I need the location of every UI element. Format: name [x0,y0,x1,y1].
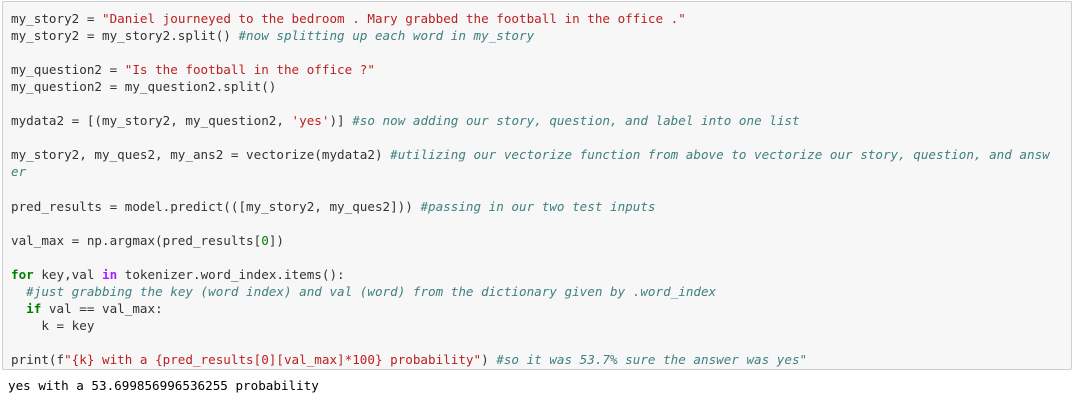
code-line: if val == val_max: [11,300,163,317]
code-text: my_story2, my_ques2, my_ans2 = vectorize… [11,147,391,163]
code-text: ) [481,352,497,367]
code-text: my_question2 = [11,62,125,78]
code-text: ]) [268,232,284,248]
code-text: val_max = np.argmax(pred_results[ [11,232,262,248]
code-line: my_question2 = my_question2.split() [11,78,276,95]
string-literal: 'yes' [291,113,330,129]
code-text: )] [329,113,353,129]
code-comment: #so now adding our story, question, and … [352,113,800,129]
code-comment: #so it was 53.7% sure the answer was yes… [496,352,808,367]
string-literal: "Daniel journeyed to the bedroom . Mary … [102,11,686,26]
code-text: k = key [11,317,95,333]
string-literal: "Is the football in the office ?" [124,62,375,78]
cell-output: yes with a 53.699856996536255 probabilit… [8,378,319,393]
code-comment: #utilizing our vectorize function from a… [390,147,1050,163]
code-text: key,val [33,266,102,282]
code-line: for key,val in tokenizer.word_index.item… [11,266,345,283]
code-text: val == val_max: [41,300,163,316]
keyword: for [11,266,34,282]
code-editor[interactable]: my_story2 = "Daniel journeyed to the bed… [11,2,1067,369]
code-text: print(f [11,352,65,367]
code-line: pred_results = model.predict(([my_story2… [11,198,655,215]
operator-keyword: in [102,266,118,282]
code-text: tokenizer.word_index.items(): [117,266,345,282]
code-line: my_story2 = "Daniel journeyed to the bed… [11,10,686,27]
code-line: my_story2 = my_story2.split() #now split… [11,27,534,44]
string-literal: "{k} with a {pred_results[0][val_max]*10… [64,352,482,367]
code-text: mydata2 = [(my_story2, my_question2, [11,113,292,129]
code-line: my_question2 = "Is the football in the o… [11,61,375,78]
code-line: print(f"{k} with a {pred_results[0][val_… [11,351,807,368]
code-comment: #just grabbing the key (word index) and … [26,283,717,299]
code-comment: #now splitting up each word in my_story [238,28,535,44]
number-literal: 0 [261,232,269,248]
code-line: #just grabbing the key (word index) and … [11,283,716,300]
code-text: my_story2 = [11,11,102,26]
code-text: my_question2 = my_question2.split() [11,79,277,95]
keyword: if [26,300,42,316]
code-line: mydata2 = [(my_story2, my_question2, 'ye… [11,112,800,129]
code-line: k = key [11,317,94,334]
code-text: my_story2 = my_story2.split() [11,28,239,44]
code-comment: er [11,164,27,180]
code-line: val_max = np.argmax(pred_results[0]) [11,232,284,249]
code-text: pred_results = model.predict(([my_story2… [11,198,421,214]
code-comment: #passing in our two test inputs [420,198,656,214]
code-line: er [11,163,26,180]
code-cell[interactable]: my_story2 = "Daniel journeyed to the bed… [2,1,1072,370]
code-line: my_story2, my_ques2, my_ans2 = vectorize… [11,146,1050,163]
